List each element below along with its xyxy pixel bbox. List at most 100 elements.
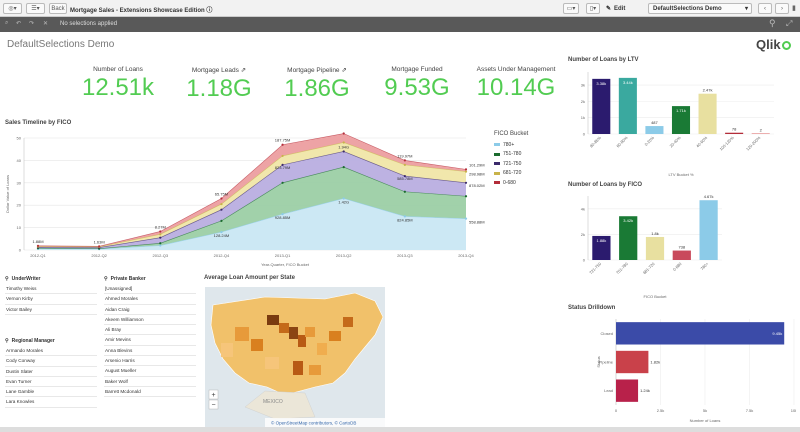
device-button[interactable]: ▯▾ (586, 3, 600, 14)
drilldown-chart[interactable]: 0 2.5k 5k 7.5k 10k Closed 9.45k Pipeline 1.82k Le… (566, 313, 796, 427)
kpi-mortgage-pipeline[interactable]: Mortgage Pipeline ⇗ 1.86G (272, 66, 362, 103)
list-item[interactable]: August Mueller (104, 366, 196, 377)
data-point[interactable] (342, 150, 345, 153)
smart-search-icon[interactable]: ⌕ (5, 20, 8, 27)
data-point[interactable] (281, 181, 284, 184)
data-point[interactable] (281, 154, 284, 158)
data-point[interactable] (159, 230, 162, 233)
bar[interactable] (699, 200, 718, 260)
list-item[interactable]: Barrett Mcdonald (104, 387, 196, 398)
legend-item[interactable]: 0-680 (494, 178, 528, 188)
list-item[interactable]: Ahmed Morales (104, 294, 196, 305)
bar[interactable] (698, 93, 717, 134)
bar[interactable] (645, 126, 664, 134)
data-point[interactable] (159, 242, 162, 245)
data-point[interactable] (98, 245, 101, 248)
bar[interactable] (672, 250, 691, 260)
data-point[interactable] (464, 181, 468, 184)
step-forward-icon[interactable]: ↷ (29, 20, 34, 27)
list-item[interactable]: Lara Knowles (5, 397, 97, 408)
bar[interactable] (616, 379, 639, 402)
bar[interactable] (751, 133, 770, 134)
legend-item[interactable]: 681-720 (494, 169, 528, 179)
data-point[interactable] (159, 233, 162, 236)
data-label: 4.67k (704, 194, 714, 199)
step-back-icon[interactable]: ↶ (16, 20, 21, 27)
data-point[interactable] (342, 132, 345, 135)
data-point[interactable] (220, 219, 223, 222)
regional-manager-filter[interactable]: ⚲ Regional Manager Armando Morales Cody C… (5, 336, 97, 408)
zoom-out-icon[interactable]: − (212, 402, 216, 409)
private-banker-filter[interactable]: ⚲ Private Banker [Unassigned] Ahmed Moral… (104, 274, 196, 398)
data-point[interactable] (464, 170, 468, 173)
data-label: 1.88k (597, 238, 607, 243)
data-point[interactable] (403, 159, 406, 162)
data-point[interactable] (342, 141, 345, 144)
bar[interactable] (616, 350, 649, 374)
list-item[interactable]: Akeem Williamson (104, 315, 196, 326)
more-icon[interactable]: ▮ (792, 4, 796, 12)
ltv-chart[interactable]: 0 1k 2k 3k 3.38k 80-85% 3.44k 60-80% 487 0-20% 1.7… (566, 66, 796, 181)
prev-sheet-button[interactable]: ‹ (758, 3, 772, 14)
list-item[interactable]: Ali Bray (104, 325, 196, 336)
bar[interactable] (592, 78, 611, 134)
legend-item[interactable]: 721-750 (494, 159, 528, 169)
search-icon[interactable]: ⚲ (769, 18, 776, 29)
list-item[interactable]: Arsenio Harris (104, 356, 196, 367)
kpi-number-of-loans[interactable]: Number of Loans 12.51k (73, 66, 163, 102)
list-item[interactable]: Victor Bailey (5, 305, 97, 315)
list-item[interactable]: Lane Gamble (5, 387, 97, 398)
sheet-selector[interactable]: DefaultSelections Demo ▾ (648, 3, 752, 14)
underwriter-filter[interactable]: ⚲ UnderWriter Timothy Weiss Vernon Kirby … (5, 274, 97, 315)
legend-item[interactable]: 751-780 (494, 150, 528, 160)
list-item[interactable]: Evan Turner (5, 377, 97, 388)
data-point[interactable] (159, 244, 162, 247)
kpi-mortgage-leads[interactable]: Mortgage Leads ⇗ 1.18G (174, 66, 264, 103)
legend-item[interactable]: 780+ (494, 140, 528, 150)
bar[interactable] (618, 77, 637, 134)
data-point[interactable] (36, 244, 40, 247)
list-item[interactable]: Amir Mevins (104, 335, 196, 346)
list-item[interactable]: Dustin Slater (5, 367, 97, 377)
clear-all-icon[interactable]: ✕ (43, 20, 48, 27)
map-canvas: MEXICO + − © OpenStreetMap contributors,… (205, 287, 385, 427)
data-point[interactable] (403, 163, 406, 166)
timeline-chart[interactable]: 0 10 20 30 40 50 Dollar Value of Loans 2012-Q1 2… (4, 132, 488, 272)
next-sheet-button[interactable]: › (775, 3, 789, 14)
edit-button[interactable]: ✎ Edit (606, 3, 644, 14)
data-point[interactable] (159, 236, 162, 239)
bar[interactable] (725, 132, 744, 134)
legend-swatch (494, 152, 500, 156)
list-item[interactable]: Baker Wolf (104, 377, 196, 387)
data-point[interactable] (464, 168, 468, 171)
global-menu-button[interactable]: ☰▾ (26, 3, 45, 14)
nav-menu-button[interactable]: ◎▾ (3, 3, 22, 14)
fullscreen-icon[interactable]: ⤢ (786, 19, 792, 29)
bar[interactable] (645, 236, 665, 260)
list-item[interactable]: Timothy Weiss (5, 284, 97, 295)
data-point[interactable] (464, 217, 468, 220)
kpi-mortgage-funded[interactable]: Mortgage Funded 9.53G (372, 66, 462, 102)
list-item[interactable]: Vernon Kirby (5, 294, 97, 305)
data-point[interactable] (220, 208, 223, 211)
data-point[interactable] (464, 195, 468, 198)
bottom-scrollbar[interactable] (0, 427, 800, 432)
back-button[interactable]: Back (49, 3, 67, 14)
kpi-assets-under-management[interactable]: Assets Under Management 10.14G (470, 66, 562, 102)
data-point[interactable] (281, 143, 284, 146)
fico-chart[interactable]: 0 2k 4k 1.88k 721-750 3.42k 751-780 1.8k 681-720… (566, 190, 796, 303)
data-point[interactable] (403, 190, 406, 193)
list-item[interactable]: Aidan Craig (104, 305, 196, 315)
present-button[interactable]: ▭▾ (563, 3, 579, 14)
map-attribution[interactable]: © OpenStreetMap contributors, © CartoDB (271, 420, 356, 426)
data-point[interactable] (342, 166, 345, 169)
zoom-in-icon[interactable]: + (212, 392, 216, 399)
list-item[interactable]: Cody Conway (5, 356, 97, 367)
list-item[interactable]: [Unassigned] (104, 284, 196, 295)
bar[interactable] (616, 322, 785, 345)
data-point[interactable] (220, 202, 223, 206)
list-item[interactable]: Anna Blevins (104, 346, 196, 357)
list-item[interactable]: Armando Morales (5, 346, 97, 357)
data-point[interactable] (220, 197, 223, 200)
state-map[interactable]: MEXICO + − © OpenStreetMap contributors,… (205, 287, 385, 427)
